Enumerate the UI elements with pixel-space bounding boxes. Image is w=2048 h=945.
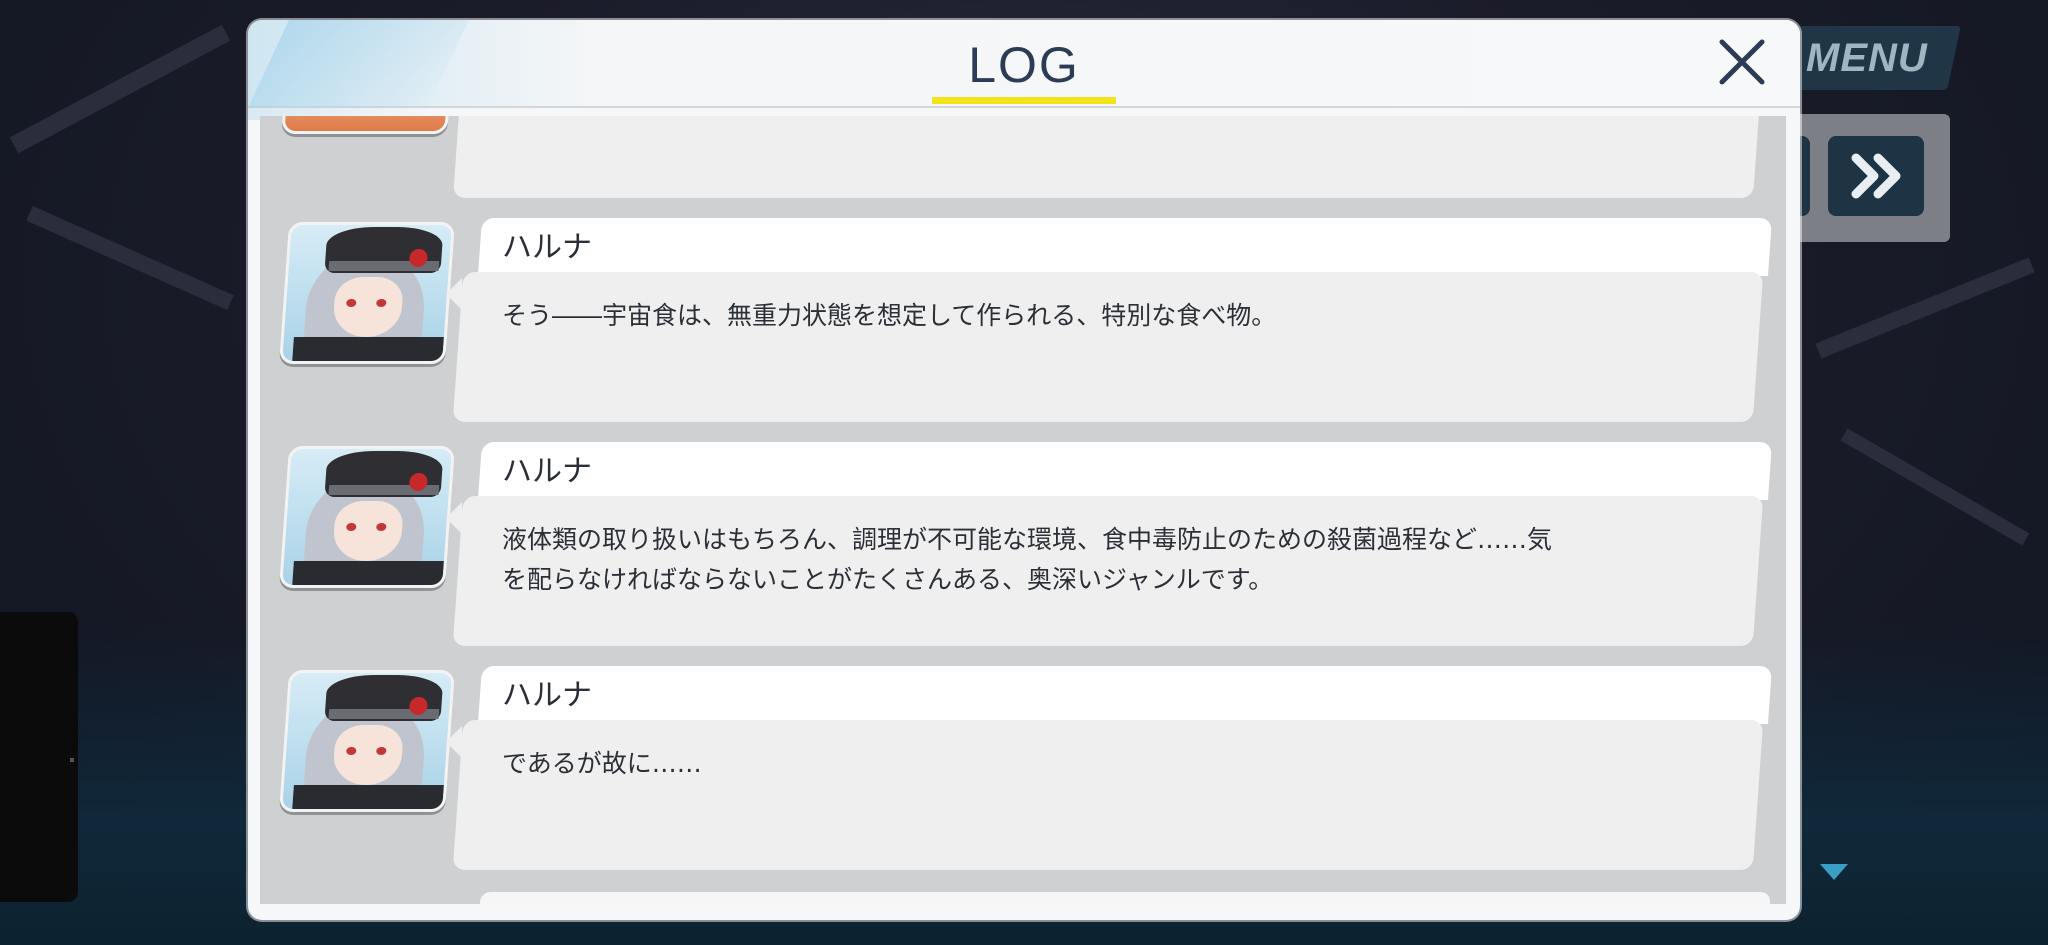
log-title: LOG bbox=[968, 37, 1080, 93]
speaker-name: ハルナ bbox=[502, 678, 592, 713]
message-tail bbox=[446, 278, 462, 310]
background-beam bbox=[1815, 257, 2035, 359]
log-entry: ハルナ であるが故に…… bbox=[260, 666, 1786, 876]
left-panel-indicator bbox=[70, 758, 74, 762]
message-box bbox=[452, 272, 1764, 422]
close-icon[interactable] bbox=[1710, 30, 1774, 94]
fast-forward-icon bbox=[1851, 153, 1901, 199]
message-box bbox=[452, 720, 1764, 870]
character-portrait bbox=[281, 116, 453, 134]
menu-button-label: MENU bbox=[1806, 36, 1928, 80]
log-window: LOG ハルナ そう――宇宙食は、無重力状態を想定して作られる、特別な食べ物。 bbox=[248, 20, 1800, 920]
speaker-name: ハルナ bbox=[502, 230, 592, 265]
log-entry: ハルナ そう――宇宙食は、無重力状態を想定して作られる、特別な食べ物。 bbox=[260, 218, 1786, 428]
message-text: そう――宇宙食は、無重力状態を想定して作られる、特別な食べ物。 bbox=[502, 301, 1277, 330]
speaker-name-box bbox=[479, 892, 1771, 904]
speaker-name: ハルナ bbox=[502, 454, 592, 489]
left-side-panel bbox=[0, 612, 78, 902]
message-box bbox=[453, 116, 1763, 198]
message-text: であるが故に…… bbox=[502, 749, 702, 778]
background-beam bbox=[1840, 428, 2030, 546]
message-tail bbox=[446, 502, 462, 534]
character-portrait bbox=[279, 222, 455, 364]
speaker-name-box bbox=[477, 218, 1773, 276]
character-portrait bbox=[279, 670, 455, 812]
background-beam bbox=[26, 205, 234, 311]
next-indicator-icon bbox=[1820, 864, 1848, 880]
log-list[interactable]: ハルナ そう――宇宙食は、無重力状態を想定して作られる、特別な食べ物。 ハルナ … bbox=[260, 116, 1786, 904]
speaker-name-box bbox=[477, 666, 1773, 724]
message-text: 液体類の取り扱いはもちろん、調理が不可能な環境、食中毒防止のための殺菌過程など…… bbox=[502, 525, 1553, 594]
log-header: LOG bbox=[248, 20, 1800, 120]
title-underline bbox=[932, 97, 1116, 104]
background-beam bbox=[9, 24, 231, 154]
speaker-name-box bbox=[477, 442, 1773, 500]
character-portrait bbox=[279, 446, 455, 588]
message-tail bbox=[446, 726, 462, 758]
log-entry: ハルナ 液体類の取り扱いはもちろん、調理が不可能な環境、食中毒防止のための殺菌過… bbox=[260, 442, 1786, 652]
